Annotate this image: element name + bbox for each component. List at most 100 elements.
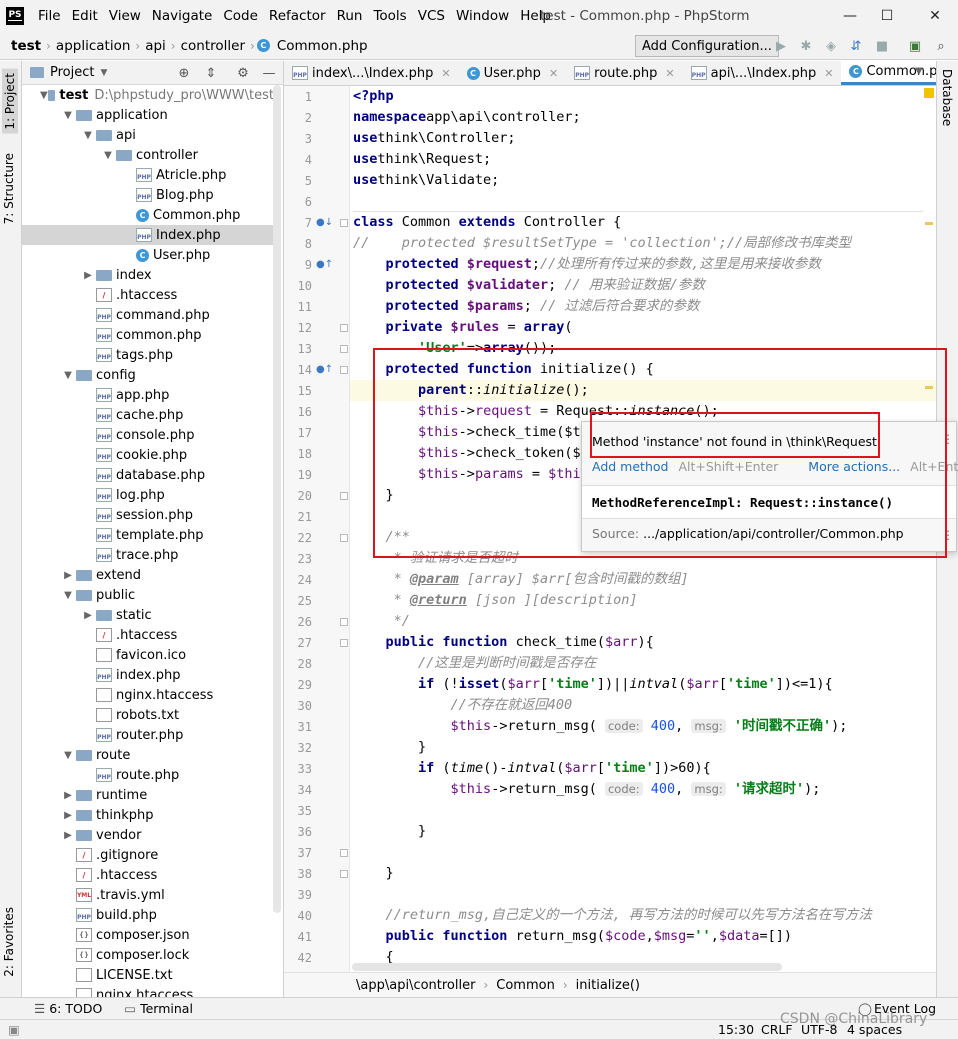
tree-item[interactable]: YML .travis.yml	[22, 885, 274, 905]
maximize-button[interactable]: ☐	[877, 6, 897, 26]
line-number[interactable]: 41	[284, 930, 312, 944]
project-panel-title[interactable]: Project	[50, 65, 94, 80]
code-line[interactable]: */	[353, 611, 410, 632]
tree-item[interactable]: ▶ runtime	[22, 785, 274, 805]
editor-tab[interactable]: PHP api\...\Index.php ✕	[683, 61, 842, 85]
code-line[interactable]: <?php	[353, 86, 394, 107]
code-line[interactable]: $this->return_msg( code: 400, msg: '请求超时…	[353, 779, 821, 800]
add-configuration-button[interactable]: Add Configuration...	[635, 35, 779, 57]
tree-item[interactable]: ▼ test D:\phpstudy_pro\WWW\test	[22, 85, 274, 105]
tree-item[interactable]: ▼ controller	[22, 145, 274, 165]
locate-icon[interactable]: ⊕	[175, 64, 193, 82]
tree-item[interactable]: / .htaccess	[22, 865, 274, 885]
line-number[interactable]: 13	[284, 342, 312, 356]
editor-tab[interactable]: C User.php ✕	[459, 61, 567, 85]
tree-item[interactable]: PHP app.php	[22, 385, 274, 405]
menu-window[interactable]: Window	[451, 8, 514, 24]
line-number[interactable]: 38	[284, 867, 312, 881]
menu-navigate[interactable]: Navigate	[147, 8, 218, 24]
line-number[interactable]: 24	[284, 573, 312, 587]
menu-code[interactable]: Code	[218, 8, 263, 24]
line-number[interactable]: 18	[284, 447, 312, 461]
fold-marker-icon[interactable]	[340, 849, 348, 857]
close-tab-icon[interactable]: ✕	[441, 67, 450, 80]
code-line[interactable]: }	[353, 821, 426, 842]
tree-item[interactable]: PHP Atricle.php	[22, 165, 274, 185]
warning-marker[interactable]	[925, 222, 933, 225]
line-number[interactable]: 16	[284, 405, 312, 419]
fold-marker-icon[interactable]	[340, 870, 348, 878]
search-icon[interactable]: ⌕	[932, 37, 950, 55]
chevron-down-icon[interactable]: ▼	[100, 150, 116, 161]
tree-item[interactable]: nginx.htaccess	[22, 685, 274, 705]
close-tab-icon[interactable]: ✕	[665, 67, 674, 80]
line-number[interactable]: 31	[284, 720, 312, 734]
tree-item[interactable]: ▶ thinkphp	[22, 805, 274, 825]
line-number[interactable]: 14	[284, 363, 312, 377]
tree-item[interactable]: robots.txt	[22, 705, 274, 725]
line-number[interactable]: 2	[284, 111, 312, 125]
chevron-right-icon[interactable]: ▶	[60, 810, 76, 821]
chevron-down-icon[interactable]: ▼	[60, 110, 76, 121]
breadcrumb-item[interactable]: Common.php	[274, 38, 371, 54]
line-number[interactable]: 3	[284, 132, 312, 146]
fold-marker-icon[interactable]	[340, 618, 348, 626]
fold-marker-icon[interactable]	[340, 534, 348, 542]
line-number[interactable]: 28	[284, 657, 312, 671]
code-line[interactable]: namespaceapp\api\controller;	[353, 107, 581, 128]
project-structure-icon[interactable]: ▣	[906, 37, 924, 55]
line-number[interactable]: 40	[284, 909, 312, 923]
line-number[interactable]: 4	[284, 153, 312, 167]
fold-marker-icon[interactable]	[340, 324, 348, 332]
tree-item[interactable]: ▼ api	[22, 125, 274, 145]
line-number[interactable]: 25	[284, 594, 312, 608]
code-line[interactable]: // protected $resultSetType = 'collectio…	[353, 233, 851, 254]
collapse-all-icon[interactable]: ⇕	[202, 64, 220, 82]
tree-item[interactable]: {} composer.json	[22, 925, 274, 945]
editor-breadcrumb-item[interactable]: \app\api\controller	[356, 978, 475, 993]
tree-item[interactable]: PHP trace.php	[22, 545, 274, 565]
tree-item[interactable]: ▶ static	[22, 605, 274, 625]
stop-icon[interactable]: ■	[873, 37, 891, 55]
tree-item[interactable]: PHP tags.php	[22, 345, 274, 365]
tree-item[interactable]: LICENSE.txt	[22, 965, 274, 985]
fold-marker-icon[interactable]	[340, 639, 348, 647]
debug-icon[interactable]: ✱	[797, 37, 815, 55]
favorites-tool-tab[interactable]: 2: Favorites	[2, 907, 16, 977]
tree-item[interactable]: PHP router.php	[22, 725, 274, 745]
tree-item[interactable]: ▼ public	[22, 585, 274, 605]
tree-item[interactable]: PHP build.php	[22, 905, 274, 925]
terminal-tool-button[interactable]: Terminal	[140, 1001, 193, 1016]
chevron-down-icon[interactable]: ▼	[60, 370, 76, 381]
line-number[interactable]: 29	[284, 678, 312, 692]
chevron-right-icon[interactable]: ▶	[60, 830, 76, 841]
tree-item[interactable]: PHP database.php	[22, 465, 274, 485]
breadcrumb-item[interactable]: test	[8, 38, 44, 54]
chevron-right-icon[interactable]: ▶	[80, 270, 96, 281]
code-line[interactable]: usethink\Validate;	[353, 170, 499, 191]
todo-tool-button[interactable]: 6: TODO	[49, 1001, 102, 1016]
line-number[interactable]: 42	[284, 951, 312, 965]
fold-marker-icon[interactable]	[340, 345, 348, 353]
inspection-status-icon[interactable]	[924, 88, 934, 98]
code-line[interactable]: * @return [json ][description]	[353, 590, 638, 611]
breadcrumb-item[interactable]: application	[53, 38, 133, 54]
tree-item[interactable]: ▶ extend	[22, 565, 274, 585]
tree-item[interactable]: ▶ index	[22, 265, 274, 285]
line-number[interactable]: 26	[284, 615, 312, 629]
menu-edit[interactable]: Edit	[67, 8, 103, 24]
minimize-button[interactable]: —	[840, 6, 860, 26]
editor-tab[interactable]: PHP route.php ✕	[566, 61, 682, 85]
run-icon[interactable]: ▶	[772, 37, 790, 55]
line-number[interactable]: 23	[284, 552, 312, 566]
line-number[interactable]: 7	[284, 216, 312, 230]
code-line[interactable]: $this->return_msg( code: 400, msg: '时间戳不…	[353, 716, 848, 737]
code-line[interactable]: //return_msg,自己定义的一个方法, 再写方法的时候可以先写方法名在写…	[353, 905, 872, 926]
menu-run[interactable]: Run	[332, 8, 368, 24]
code-line[interactable]: public function check_time($arr){	[353, 632, 654, 653]
chevron-down-icon[interactable]: ▼	[60, 750, 76, 761]
code-line[interactable]: }	[353, 737, 426, 758]
tree-item[interactable]: {} composer.lock	[22, 945, 274, 965]
tree-item[interactable]: nginx.htaccess	[22, 985, 274, 997]
coverage-icon[interactable]: ◈	[822, 37, 840, 55]
